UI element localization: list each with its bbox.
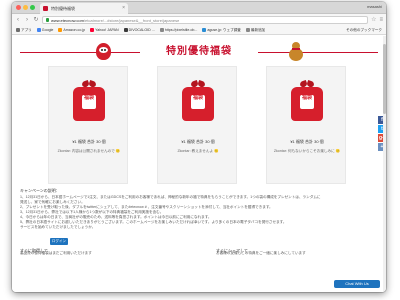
bookmark-item[interactable]: 最新追加	[245, 27, 266, 33]
bookmark-favicon-icon	[245, 28, 250, 32]
lucky-bag-card[interactable]: 福袋 ¥1 福袋 合計 30 個 Zkontar: 教えませんよ 🙂	[157, 66, 237, 184]
bookmark-item[interactable]: アプリ	[16, 28, 32, 33]
card-name: ¥1 福袋 合計 30 個	[72, 139, 106, 144]
campaign-info-title: キャンペーンの説明：	[20, 188, 60, 193]
back-icon[interactable]: ‹	[15, 17, 21, 23]
campaign-info: キャンペーンの説明： 1、12月31日から、日本語ホームページで1注文、またはG…	[20, 188, 375, 230]
lock-icon	[46, 18, 49, 22]
lucky-bag-card[interactable]: 福袋 ¥1 福袋 合計 30 個 Zkontar: 何もないからこそお楽しみに …	[266, 66, 346, 184]
get-now-section: すぐに取得して ログイン 高品質の優待福袋はまだご利用いただけます	[20, 238, 92, 257]
minimize-window-button[interactable]	[23, 5, 28, 10]
bookmarks-bar: アプリ Google Amazon.co.jp Yahoo! JAPAN DIVOCAL…	[12, 26, 386, 35]
bookmark-item[interactable]: aguse.jp: ウェブ調査	[202, 28, 241, 33]
maximize-window-button[interactable]	[30, 5, 35, 10]
bookmark-label: https://pixelstile.ob...	[164, 28, 198, 32]
card-description: Zkontar: 何もないからこそお楽しみに 🙂	[273, 149, 341, 153]
bag-label: 福袋	[191, 95, 205, 109]
bookmark-item[interactable]: https://pixelstile.ob...	[159, 28, 198, 32]
page-scrollbar[interactable]	[383, 36, 386, 292]
bookmark-favicon-icon	[58, 28, 63, 32]
bookmark-favicon-icon	[90, 28, 95, 32]
bookmark-star-icon[interactable]: ☆	[371, 17, 376, 23]
page-content: 特別優待福袋 f t g+ + 福袋 ¥1 福袋 合計 30 個 Zkontar…	[12, 36, 386, 292]
page-header: 特別優待福袋	[12, 40, 386, 62]
tab-title: 特別優待福袋	[51, 5, 75, 11]
bookmark-label: Yahoo! JAPAN	[95, 28, 119, 32]
card-name: ¥1 福袋 合計 30 個	[290, 139, 324, 144]
bookmark-favicon-icon	[202, 28, 207, 32]
other-bookmarks[interactable]: その他のブックマーク	[346, 28, 382, 33]
bookmark-label: DIVOCALOID ...	[128, 28, 155, 32]
share-now-subtext: お客様の友達もこの特典をご一緒に楽しみにしています	[216, 251, 306, 255]
bookmark-item[interactable]: Google	[36, 28, 54, 32]
lucky-bag-card[interactable]: 福袋 ¥1 福袋 合計 30 個 Zkontar: 内容は公開されませんので 🙂	[48, 66, 128, 184]
chat-with-us-button[interactable]: Chat With Us	[334, 280, 380, 288]
bookmark-item[interactable]: Yahoo! JAPAN	[90, 28, 119, 32]
lucky-bag-icon: 福袋	[49, 79, 129, 125]
browser-tab[interactable]: 特別優待福袋 ×	[40, 3, 128, 14]
bag-label: 福袋	[300, 95, 314, 109]
bookmark-label: アプリ	[21, 27, 32, 32]
bookmark-label: 最新追加	[250, 27, 266, 32]
tab-close-icon[interactable]: ×	[122, 6, 125, 11]
tab-bar: 特別優待福袋 × masashi	[12, 2, 386, 14]
gourd-icon	[288, 42, 304, 61]
bookmark-favicon-icon	[16, 28, 20, 32]
bookmark-item[interactable]: Amazon.co.jp	[58, 28, 85, 32]
bookmark-favicon-icon	[123, 28, 128, 32]
lucky-bag-icon: 福袋	[158, 79, 238, 125]
bag-label: 福袋	[82, 95, 96, 109]
forward-icon[interactable]: ›	[24, 17, 30, 23]
lucky-bag-icon: 福袋	[267, 79, 347, 125]
get-now-subtext: 高品質の優待福袋はまだご利用いただけます	[20, 251, 92, 255]
page-title: 特別優待福袋	[166, 46, 232, 57]
site-favicon-icon	[43, 6, 48, 11]
card-description: Zkontar: 内容は公開されませんので 🙂	[57, 149, 121, 153]
menu-icon[interactable]: ≡	[379, 17, 383, 23]
browser-window: 特別優待福袋 × masashi ‹ › ↻ www.etecnow.com/e…	[12, 2, 386, 292]
close-window-button[interactable]	[16, 5, 21, 10]
profile-name[interactable]: masashi	[367, 4, 382, 9]
bookmark-label: Google	[41, 28, 54, 32]
browser-toolbar: ‹ › ↻ www.etecnow.com/etcatmore/...#stor…	[12, 14, 386, 26]
card-name: ¥1 福袋 合計 30 個	[181, 139, 215, 144]
campaign-actions: すぐに取得して ログイン 高品質の優待福袋はまだご利用いただけます すぐにシェア…	[20, 238, 375, 267]
url-text: www.etecnow.com/etcatmore/...#store/japa…	[51, 17, 180, 23]
bookmark-favicon-icon	[36, 28, 41, 32]
campaign-info-line: サービスを始めていただけましたでしょうか。	[20, 225, 96, 229]
bookmark-favicon-icon	[159, 28, 164, 32]
bookmark-label: aguse.jp: ウェブ調査	[207, 27, 241, 32]
share-now-section: すぐにシェアして お客様の友達もこの特典をご一緒に楽しみにしています	[216, 239, 306, 257]
login-button[interactable]: ログイン	[50, 238, 68, 245]
card-description: Zkontar: 教えませんよ 🙂	[177, 149, 219, 153]
bookmark-item[interactable]: DIVOCALOID ...	[123, 28, 155, 32]
scroll-thumb[interactable]	[383, 44, 386, 114]
address-bar[interactable]: www.etecnow.com/etcatmore/...#store/japa…	[42, 16, 369, 24]
bookmark-label: Amazon.co.jp	[63, 28, 86, 32]
reload-icon[interactable]: ↻	[33, 17, 39, 23]
lucky-bag-cards: 福袋 ¥1 福袋 合計 30 個 Zkontar: 内容は公開されませんので 🙂…	[12, 66, 386, 186]
